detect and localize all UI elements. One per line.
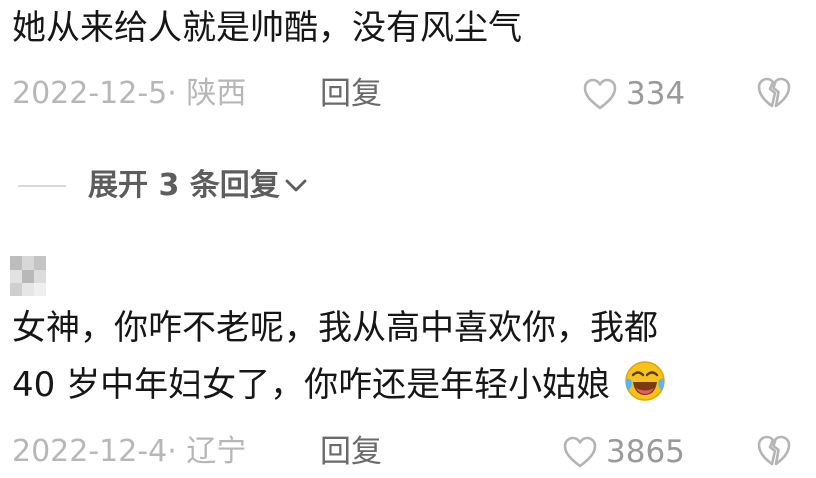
broken-heart-icon[interactable] bbox=[756, 434, 792, 468]
comment-text: 女神，你咋不老呢，我从高中喜欢你，我都 bbox=[12, 306, 658, 350]
comment-text-line: 40 岁中年妇女了，你咋还是年轻小姑娘 bbox=[12, 365, 611, 405]
chevron-down-icon bbox=[285, 179, 307, 192]
comment-text-line: 她从来给人就是帅酷，没有风尘气 bbox=[12, 8, 522, 48]
comment-text: 40 岁中年妇女了，你咋还是年轻小姑娘 bbox=[12, 360, 667, 407]
comment-text-line: 女神，你咋不老呢，我从高中喜欢你，我都 bbox=[12, 308, 658, 348]
broken-heart-icon[interactable] bbox=[756, 76, 792, 110]
expand-replies-label: 展开 3 条回复 bbox=[88, 168, 280, 203]
like-count: 3865 bbox=[606, 434, 685, 470]
comment-date-location: 2022-12-4· 辽宁 bbox=[12, 434, 247, 469]
comment-date-location: 2022-12-5· 陕西 bbox=[12, 76, 247, 111]
like-button[interactable]: 3865 bbox=[562, 430, 685, 474]
heart-outline-icon bbox=[583, 78, 617, 110]
like-button[interactable]: 334 bbox=[582, 72, 685, 116]
comment-meta: 2022-12-4· 辽宁 回复 3865 bbox=[12, 430, 816, 474]
comment-text: 她从来给人就是帅酷，没有风尘气 bbox=[12, 6, 522, 50]
reply-button[interactable]: 回复 bbox=[320, 72, 382, 116]
expand-replies-button[interactable]: 展开 3 条回复 bbox=[18, 166, 308, 206]
comment-meta: 2022-12-5· 陕西 回复 334 bbox=[12, 72, 816, 116]
heart-outline-icon bbox=[563, 436, 597, 468]
reply-button[interactable]: 回复 bbox=[320, 430, 382, 474]
laughing-crying-emoji bbox=[625, 361, 665, 401]
avatar[interactable] bbox=[10, 256, 46, 296]
like-count: 334 bbox=[626, 76, 686, 112]
divider-line bbox=[18, 185, 66, 187]
